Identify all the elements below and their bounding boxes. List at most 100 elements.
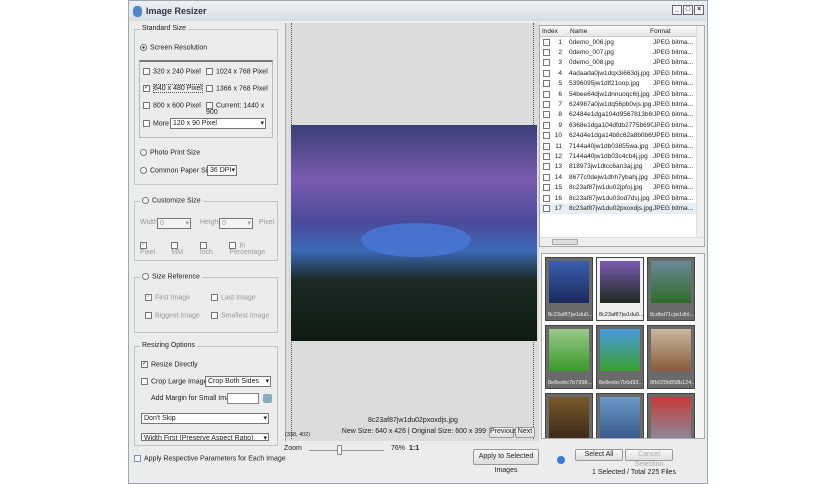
dpi-dropdown[interactable]: 36 DPI xyxy=(207,165,237,176)
last-image-checkbox[interactable]: Last Image xyxy=(211,294,256,301)
row-name: 0demo_008.jpg xyxy=(569,59,614,67)
apply-each-checkbox[interactable]: Apply Respective Parameters for Each Ima… xyxy=(134,455,286,462)
zoom-slider[interactable] xyxy=(309,445,384,455)
file-row[interactable]: 9 6368e1dga104dfdb2775b690... JPEG bitma..… xyxy=(540,120,704,130)
row-checkbox[interactable] xyxy=(543,163,550,171)
file-row[interactable]: 7 624987a0jw1dq56pb0vjs.jpg JPEG bitma... xyxy=(540,99,704,109)
more-size-dropdown[interactable]: 120 x 90 Pixel xyxy=(170,118,266,129)
more-checkbox[interactable]: More xyxy=(143,120,169,127)
width-input[interactable]: 0 xyxy=(157,218,191,229)
apply-selected-button[interactable]: Apply to Selected Images xyxy=(473,449,539,474)
zoom-slider-thumb[interactable] xyxy=(337,445,342,455)
row-checkbox[interactable] xyxy=(543,173,550,181)
unit-inch-checkbox[interactable]: Inch xyxy=(199,242,221,256)
cancel-selection-button[interactable]: Cancel Selection xyxy=(625,449,673,468)
option-current[interactable]: Current: 1440 x 900 xyxy=(206,102,272,116)
minimize-button[interactable]: _ xyxy=(672,5,682,15)
row-checkbox[interactable] xyxy=(543,101,550,109)
option-320x240[interactable]: 320 x 240 Pixel xyxy=(143,68,201,75)
row-checkbox[interactable] xyxy=(543,90,550,98)
file-row[interactable]: 5 5396095jw1dlf21oop.jpg JPEG bitma... xyxy=(540,79,704,89)
thumbnail[interactable] xyxy=(545,393,593,438)
row-checkbox[interactable] xyxy=(543,142,550,150)
resize-directly-checkbox[interactable]: ✓ Resize Directly xyxy=(141,361,198,368)
fit-mode-dropdown[interactable]: Width First (Preserve Aspect Ratio) xyxy=(141,433,269,441)
list-vertical-scrollbar[interactable] xyxy=(696,26,704,238)
row-checkbox[interactable] xyxy=(543,204,550,212)
column-index[interactable]: Index xyxy=(540,28,562,35)
file-row[interactable]: 10 624d4e1dga14b8c62a8b0b690...JPEG bitma… xyxy=(540,131,704,141)
thumbnail[interactable]: 8fb029b858b124... xyxy=(647,325,695,389)
help-icon[interactable] xyxy=(557,456,565,464)
screen-resolution-radio[interactable]: Screen Resolution xyxy=(140,44,207,51)
unit-mm-checkbox[interactable]: MM xyxy=(171,242,190,256)
customize-size-radio[interactable]: Customize Size xyxy=(140,197,203,205)
thumbnail[interactable] xyxy=(647,393,695,438)
thumbnail[interactable]: 8e8eebc7b7998... xyxy=(545,325,593,389)
height-input[interactable]: 0 xyxy=(219,218,253,229)
next-button[interactable]: Next xyxy=(515,427,535,438)
first-image-checkbox[interactable]: ✓ First Image xyxy=(145,294,190,301)
row-checkbox[interactable] xyxy=(543,152,550,160)
biggest-image-checkbox[interactable]: Biggest Image xyxy=(145,312,200,319)
skip-dropdown[interactable]: Don't Skip xyxy=(141,413,269,424)
option-640x480[interactable]: ✓ 640 x 480 Pixel xyxy=(143,84,203,94)
file-row[interactable]: 16 8c23af87jw1du03od7dsj.jpg JPEG bitma... xyxy=(540,193,704,203)
margin-color-input[interactable] xyxy=(227,393,259,404)
file-row[interactable]: 11 7144a40jw1db03855wa.jpg JPEG bitma... xyxy=(540,141,704,151)
maximize-button[interactable]: □ xyxy=(683,5,693,15)
color-picker-icon[interactable] xyxy=(263,394,272,403)
file-row[interactable]: 15 8c23af87jw1du02jpfoj.jpg JPEG bitma... xyxy=(540,182,704,192)
row-checkbox[interactable] xyxy=(543,132,550,140)
unit-percentage-checkbox[interactable]: In Percentage xyxy=(229,242,277,256)
list-horizontal-scrollbar[interactable] xyxy=(540,237,704,246)
preview-size-info: New Size: 640 x 426 | Original Size: 600… xyxy=(341,428,486,435)
file-row[interactable]: 6 54bee64djw1dnnuoqc6lj.jpg JPEG bitma... xyxy=(540,89,704,99)
thumbnail[interactable]: 8c23af87jw1du0... xyxy=(545,257,593,321)
file-row[interactable]: 14 8677c0dejw1dhh7ybahj.jpg JPEG bitma... xyxy=(540,172,704,182)
row-checkbox[interactable] xyxy=(543,69,550,77)
option-800x600[interactable]: 800 x 600 Pixel xyxy=(143,102,201,109)
row-checkbox[interactable] xyxy=(543,184,550,192)
select-all-button[interactable]: Select All xyxy=(575,449,623,461)
file-row[interactable]: 13 818973jw1dtcc6an3aj.jpg JPEG bitma... xyxy=(540,162,704,172)
crop-large-checkbox[interactable]: Crop Large Images xyxy=(141,378,211,385)
column-format[interactable]: Format xyxy=(650,28,671,35)
option-1366x768[interactable]: 1366 x 768 Pixel xyxy=(206,85,268,92)
row-checkbox[interactable] xyxy=(543,194,550,202)
row-checkbox[interactable] xyxy=(543,49,550,57)
thumbnail-image xyxy=(549,261,589,303)
common-paper-radio[interactable]: Common Paper Size xyxy=(140,167,215,174)
row-checkbox[interactable] xyxy=(543,80,550,88)
thumbnail-scrollbar[interactable] xyxy=(696,254,704,438)
resolution-options: 320 x 240 Pixel 1024 x 768 Pixel ✓ 640 x … xyxy=(139,60,273,138)
file-row[interactable]: 2 0demo_007.jpg JPEG bitma... xyxy=(540,47,704,57)
row-checkbox[interactable] xyxy=(543,38,550,46)
unit-pixel-checkbox[interactable]: ✓Pixel xyxy=(140,242,162,256)
row-checkbox[interactable] xyxy=(543,59,550,67)
option-1024x768[interactable]: 1024 x 768 Pixel xyxy=(206,68,268,75)
file-row[interactable]: 3 0demo_008.jpg JPEG bitma... xyxy=(540,58,704,68)
row-checkbox[interactable] xyxy=(543,121,550,129)
photo-print-radio[interactable]: Photo Print Size xyxy=(140,149,200,156)
file-row[interactable]: 1 0demo_006.jpg JPEG bitma... xyxy=(540,37,704,47)
row-format: JPEG bitma... xyxy=(653,132,694,140)
size-reference-radio[interactable]: Size Reference xyxy=(140,273,202,281)
thumbnail[interactable]: 8e8eebc7b6d93... xyxy=(596,325,644,389)
thumbnail[interactable]: 8c23af87jw1du0... xyxy=(596,257,644,321)
thumbnail[interactable] xyxy=(596,393,644,438)
preview-image[interactable] xyxy=(291,125,537,341)
thumbnail[interactable]: 8cdbd71cjw1dhl... xyxy=(647,257,695,321)
close-button[interactable]: × xyxy=(694,5,704,15)
crop-mode-dropdown[interactable]: Crop Both Sides xyxy=(205,376,271,387)
file-row[interactable]: 17 8c23af87jw1du02pxoxdjs.jpg JPEG bitma..… xyxy=(540,203,704,214)
previous-button[interactable]: Previous xyxy=(489,427,517,438)
row-checkbox[interactable] xyxy=(543,111,550,119)
smallest-image-checkbox[interactable]: Smallest Image xyxy=(211,312,269,319)
column-name[interactable]: Name xyxy=(562,28,650,35)
file-row[interactable]: 4 4adaada0jw1dqx3i663dj.jpg JPEG bitma... xyxy=(540,68,704,78)
file-row[interactable]: 12 7144a40jw1db03c4cb4j.jpg JPEG bitma... xyxy=(540,151,704,161)
file-row[interactable]: 8 62484e1dga104d9567813b690...JPEG bitma.… xyxy=(540,110,704,120)
row-format: JPEG bitma... xyxy=(653,49,694,57)
actual-size-button[interactable]: 1:1 xyxy=(409,445,419,452)
